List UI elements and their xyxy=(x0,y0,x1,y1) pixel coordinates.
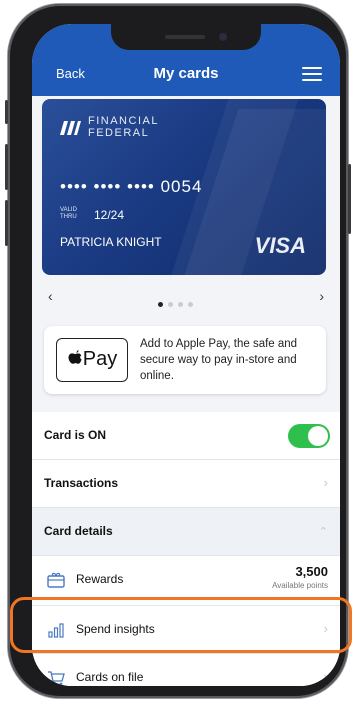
apple-icon xyxy=(68,350,82,364)
toggle-knob xyxy=(308,426,328,446)
apple-pay-badge-text: Pay xyxy=(82,348,118,370)
mute-switch xyxy=(5,100,8,124)
valid-line2: THRU xyxy=(60,214,77,220)
highlight-frame xyxy=(10,597,352,653)
chevron-right-icon[interactable]: › xyxy=(319,288,324,304)
bank-name-line1: FINANCIAL xyxy=(88,115,159,127)
camera xyxy=(219,33,227,41)
volume-up-button xyxy=(5,144,8,190)
card-holder-name: PATRICIA KNIGHT xyxy=(60,235,162,249)
pager-dot-1[interactable] xyxy=(158,302,163,307)
transactions-row[interactable]: Transactions › xyxy=(32,460,340,508)
hamburger-menu-icon[interactable] xyxy=(302,67,322,81)
card-details-label: Card details xyxy=(44,524,113,538)
cart-icon xyxy=(48,671,65,686)
phone-screen: Back My cards FINANCIAL FEDERAL •••• •••… xyxy=(32,24,340,686)
volume-down-button xyxy=(5,200,8,246)
card-details-row[interactable]: Card details ⌃ xyxy=(32,508,340,556)
power-button xyxy=(348,164,351,234)
notch xyxy=(111,24,261,50)
apple-pay-description: Add to Apple Pay, the safe and secure wa… xyxy=(140,338,298,382)
card-status-row: Card is ON xyxy=(32,412,340,460)
visa-logo: VISA xyxy=(254,233,306,258)
apple-pay-banner[interactable]: Pay Add to Apple Pay, the safe and secur… xyxy=(44,326,326,394)
bank-name: FINANCIAL FEDERAL xyxy=(88,115,159,139)
pager-dot-4[interactable] xyxy=(188,302,193,307)
gift-card-icon xyxy=(47,572,65,588)
chevron-left-icon[interactable]: ‹ xyxy=(48,288,53,304)
rewards-points: 3,500 Available points xyxy=(272,564,328,590)
bank-logo-icon xyxy=(60,121,81,135)
credit-card[interactable]: FINANCIAL FEDERAL •••• •••• •••• 0054 VA… xyxy=(42,99,326,275)
apple-pay-badge[interactable]: Pay xyxy=(56,338,128,382)
rewards-points-caption: Available points xyxy=(272,581,328,590)
cards-on-file-label: Cards on file xyxy=(76,670,144,684)
transactions-label: Transactions xyxy=(44,476,119,490)
chevron-right-icon: › xyxy=(323,669,328,684)
card-status-label: Card is ON xyxy=(44,428,107,442)
bank-name-line2: FEDERAL xyxy=(88,127,150,139)
cards-on-file-row[interactable]: Cards on file › xyxy=(32,654,340,686)
card-expiry: 12/24 xyxy=(94,208,125,222)
rewards-points-value: 3,500 xyxy=(295,564,328,579)
card-on-toggle[interactable] xyxy=(288,424,330,448)
card-number: •••• •••• •••• 0054 xyxy=(60,177,203,196)
valid-thru-label: VALID THRU xyxy=(60,207,77,221)
valid-line1: VALID xyxy=(60,207,77,213)
page-title: My cards xyxy=(153,65,219,82)
pager-dots xyxy=(158,294,198,312)
card-pager: ‹ › xyxy=(32,286,340,307)
speaker xyxy=(165,35,205,39)
phone-frame: Back My cards FINANCIAL FEDERAL •••• •••… xyxy=(5,4,351,698)
pager-dot-2[interactable] xyxy=(168,302,173,307)
rewards-label: Rewards xyxy=(76,572,124,586)
chevron-right-icon: › xyxy=(323,475,328,490)
chevron-up-icon: ⌃ xyxy=(318,526,328,538)
pager-dot-3[interactable] xyxy=(178,302,183,307)
